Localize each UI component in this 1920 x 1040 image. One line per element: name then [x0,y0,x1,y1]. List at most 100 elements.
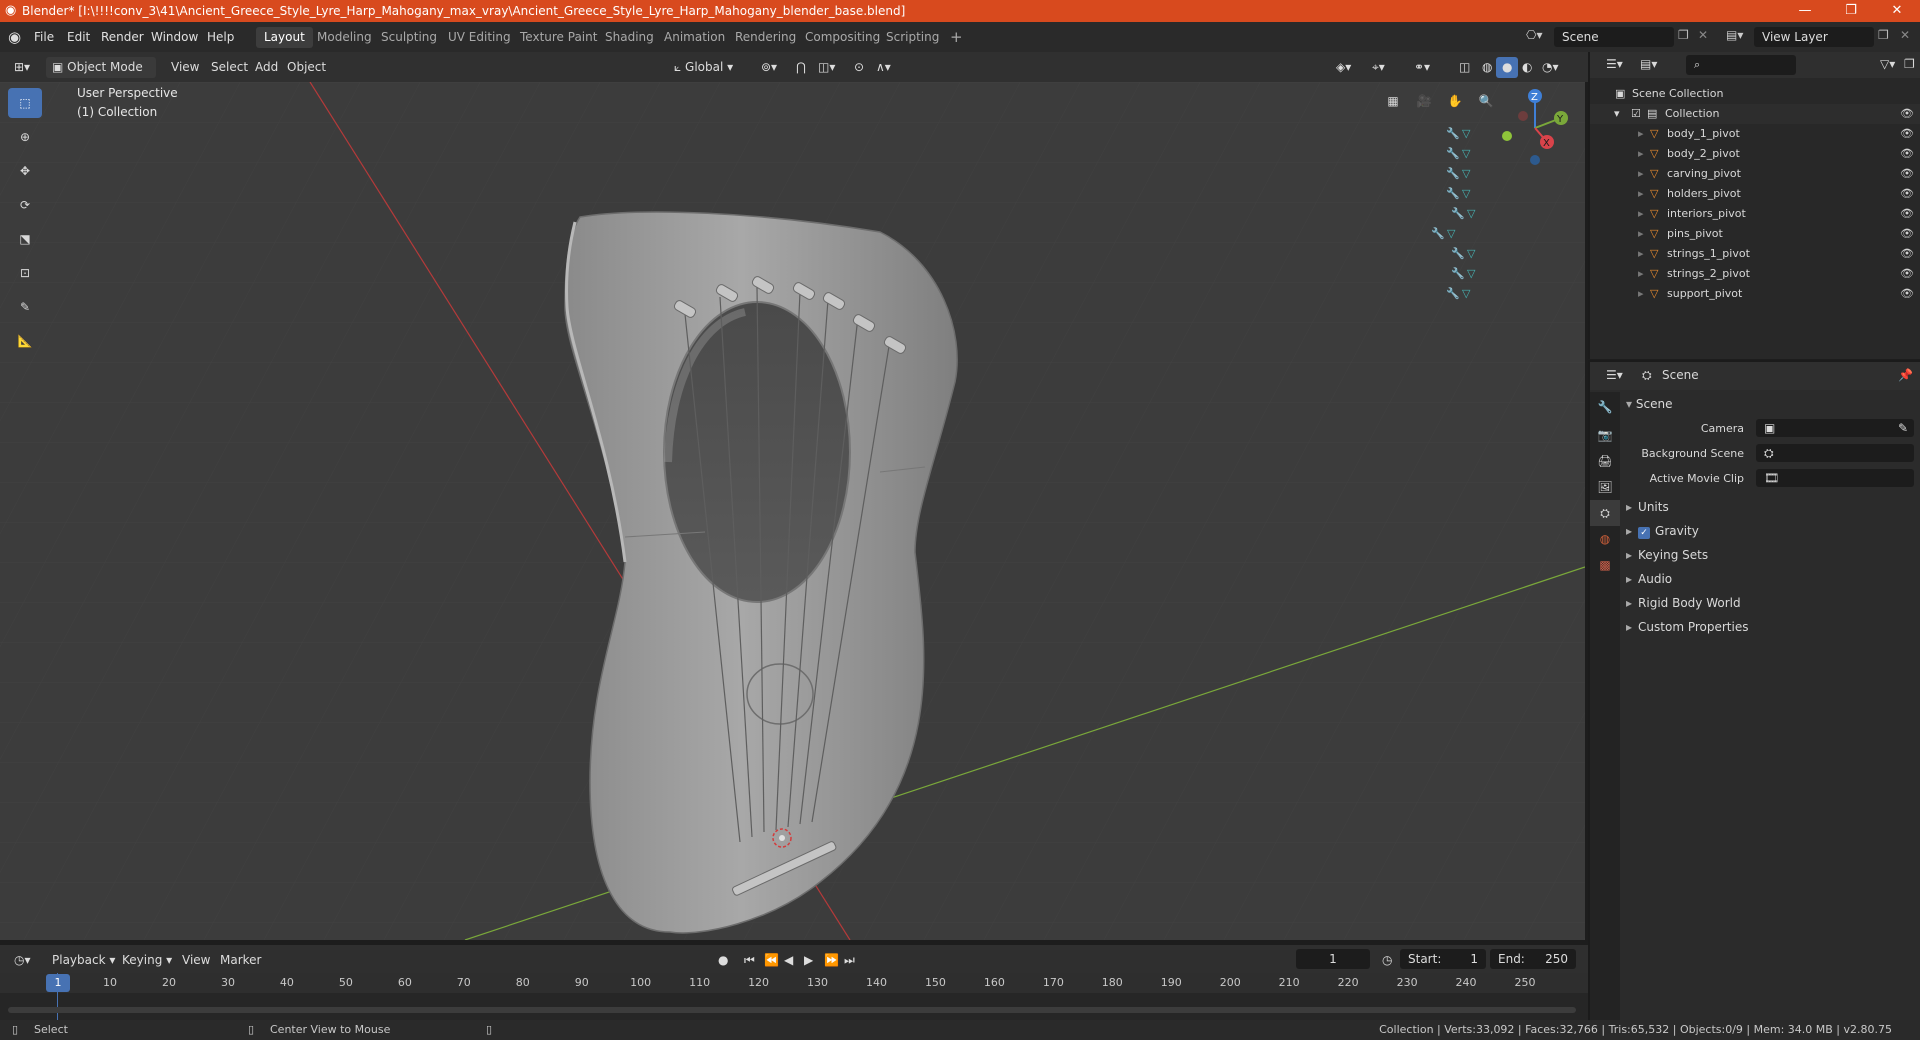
mode-selector[interactable]: ▣ Object Mode ▾ [46,57,156,95]
eye-icon[interactable]: 👁 [1900,224,1914,244]
menu-file[interactable]: File [26,22,62,52]
texture-tab-icon[interactable]: ▩ [1590,552,1620,578]
property-section-audio[interactable]: ▸ Audio [1626,567,1920,591]
3d-viewport[interactable]: Z Y X [0,82,1585,940]
eye-icon[interactable]: 👁 [1900,264,1914,284]
timeline-view-menu[interactable]: View [176,950,216,971]
expand-arrow-icon[interactable]: ▸ [1638,244,1644,264]
eye-icon[interactable]: 👁 [1900,184,1914,204]
mesh-data-icon[interactable]: ▽ [1467,264,1475,284]
output-tab-icon[interactable]: 🖨 [1590,448,1620,474]
property-section-custom-properties[interactable]: ▸ Custom Properties [1626,615,1920,639]
eye-icon[interactable]: 👁 [1900,144,1914,164]
xray-toggle-icon[interactable]: ◫ [1453,57,1476,78]
eye-icon[interactable]: 👁 [1900,164,1914,184]
outliner-item[interactable]: ▸ ▽ holders_pivot 🔧 ▽ 👁 [1446,184,1920,204]
visibility-icon[interactable]: ◈▾ [1330,57,1357,78]
mesh-data-icon[interactable]: ▽ [1447,224,1455,244]
navigation-gizmo[interactable]: Z Y X [1495,88,1575,168]
zoom-view-icon[interactable]: 🔍 [1473,88,1499,114]
cursor-tool[interactable]: ⊕ [8,122,42,152]
tab-sculpting[interactable]: Sculpting [373,27,445,48]
expand-arrow-icon[interactable]: ▸ [1638,184,1644,204]
properties-editor-type-icon[interactable]: ☰▾ [1606,368,1623,382]
record-icon[interactable]: ● [712,950,734,971]
playback-menu[interactable]: Playback ▾ [46,950,121,971]
timeline-area[interactable]: 1102030405060708090100110120130140150160… [0,973,1588,1020]
mesh-data-icon[interactable]: ▽ [1467,204,1475,224]
measure-tool[interactable]: 📐 [8,326,42,356]
mesh-data-icon[interactable]: ▽ [1462,164,1470,184]
select-box-tool[interactable]: ⬚ [8,88,42,118]
tab-compositing[interactable]: Compositing [797,27,888,48]
snap-icon[interactable]: ⋂ [790,57,812,78]
modifier-icon[interactable]: 🔧 [1446,184,1460,204]
expand-arrow-icon[interactable]: ▸ [1638,284,1644,304]
end-frame-field[interactable]: End: 250 [1490,949,1576,969]
current-frame-field[interactable]: 1 [1296,949,1370,969]
keying-menu[interactable]: Keying ▾ [116,950,178,971]
modifier-icon[interactable]: 🔧 [1446,124,1460,144]
proportional-edit-icon[interactable]: ⊙ [848,57,870,78]
view-layer-tab-icon[interactable]: 🖼 [1590,474,1620,500]
eye-icon[interactable]: 👁 [1900,244,1914,264]
scale-tool[interactable]: ⬔ [8,224,42,254]
render-tab-icon[interactable]: 📷 [1590,422,1620,448]
select-menu[interactable]: Select [205,57,254,78]
outliner-item[interactable]: ▸ ▽ support_pivot 🔧 ▽ 👁 [1446,284,1920,304]
gizmo-toggle-icon[interactable]: ⌖▾ [1366,57,1391,78]
outliner-item[interactable]: ▸ ▽ interiors_pivot 🔧 ▽ 👁 [1451,204,1920,224]
scene-name-field[interactable]: Scene [1554,27,1674,47]
eye-icon[interactable]: 👁 [1900,204,1914,224]
outliner-editor-type-icon[interactable]: ☰▾ [1606,57,1623,71]
outliner-item[interactable]: ▸ ▽ body_1_pivot 🔧 ▽ 👁 [1446,124,1920,144]
expand-arrow-icon[interactable]: ▸ [1638,204,1644,224]
eye-icon[interactable]: 👁 [1900,284,1914,304]
editor-type-icon[interactable]: ⊞▾ [8,57,36,78]
outliner-item[interactable]: ▸ ▽ strings_1_pivot 🔧 ▽ 👁 [1451,244,1920,264]
add-workspace-icon[interactable]: + [942,27,971,48]
new-view-layer-icon[interactable]: ❐ [1878,28,1889,42]
modifier-icon[interactable]: 🔧 [1451,204,1465,224]
outliner-collection-row[interactable]: ▾ ☑ ▤ Collection 👁 [1590,104,1920,124]
tab-layout[interactable]: Layout [256,27,313,48]
display-mode-icon[interactable]: ▤▾ [1640,57,1657,71]
blender-menu-icon[interactable]: ◉ [8,28,21,46]
background-scene-field[interactable]: ⛭ [1756,444,1914,462]
rotate-tool[interactable]: ⟳ [8,190,42,220]
scene-panel-header[interactable]: ▾ Scene [1626,392,1920,416]
orientation-dropdown[interactable]: ⟀ Global ▾ [668,57,739,78]
outliner-item[interactable]: ▸ ▽ body_2_pivot 🔧 ▽ 👁 [1446,144,1920,164]
mesh-data-icon[interactable]: ▽ [1462,184,1470,204]
view-layer-field[interactable]: View Layer [1754,27,1874,47]
property-section-gravity[interactable]: ▸ ✓ Gravity [1626,519,1920,543]
tab-texture-paint[interactable]: Texture Paint [512,27,605,48]
overlay-toggle-icon[interactable]: ⚭▾ [1408,57,1436,78]
modifier-icon[interactable]: 🔧 [1446,144,1460,164]
annotate-tool[interactable]: ✎ [8,292,42,322]
delete-scene-icon[interactable]: ✕ [1698,28,1708,42]
jump-end-icon[interactable]: ⏭ [838,950,861,971]
menu-help[interactable]: Help [199,22,242,52]
minimize-icon[interactable]: — [1782,0,1828,22]
falloff-icon[interactable]: ∧▾ [870,57,897,78]
object-menu[interactable]: Object [281,57,332,78]
outliner-item[interactable]: ▸ ▽ pins_pivot 🔧 ▽ 👁 [1431,224,1920,244]
expand-arrow-icon[interactable]: ▸ [1638,124,1644,144]
new-collection-icon[interactable]: ❐ [1904,57,1915,71]
modifier-icon[interactable]: 🔧 [1431,224,1445,244]
mesh-data-icon[interactable]: ▽ [1462,124,1470,144]
expand-arrow-icon[interactable]: ▸ [1638,164,1644,184]
camera-field[interactable]: ▣ ✎ [1756,419,1914,437]
property-section-units[interactable]: ▸ Units [1626,495,1920,519]
tab-scripting[interactable]: Scripting [878,27,947,48]
maximize-icon[interactable]: ❐ [1828,0,1874,22]
menu-window[interactable]: Window [143,22,206,52]
eye-icon[interactable]: 👁 [1900,124,1914,144]
mesh-data-icon[interactable]: ▽ [1467,244,1475,264]
expand-arrow-icon[interactable]: ▸ [1638,264,1644,284]
movie-clip-field[interactable]: 🎞 [1756,469,1914,487]
rendered-shading-icon[interactable]: ◔▾ [1536,57,1565,78]
property-section-keying-sets[interactable]: ▸ Keying Sets [1626,543,1920,567]
expand-arrow-icon[interactable]: ▸ [1638,144,1644,164]
